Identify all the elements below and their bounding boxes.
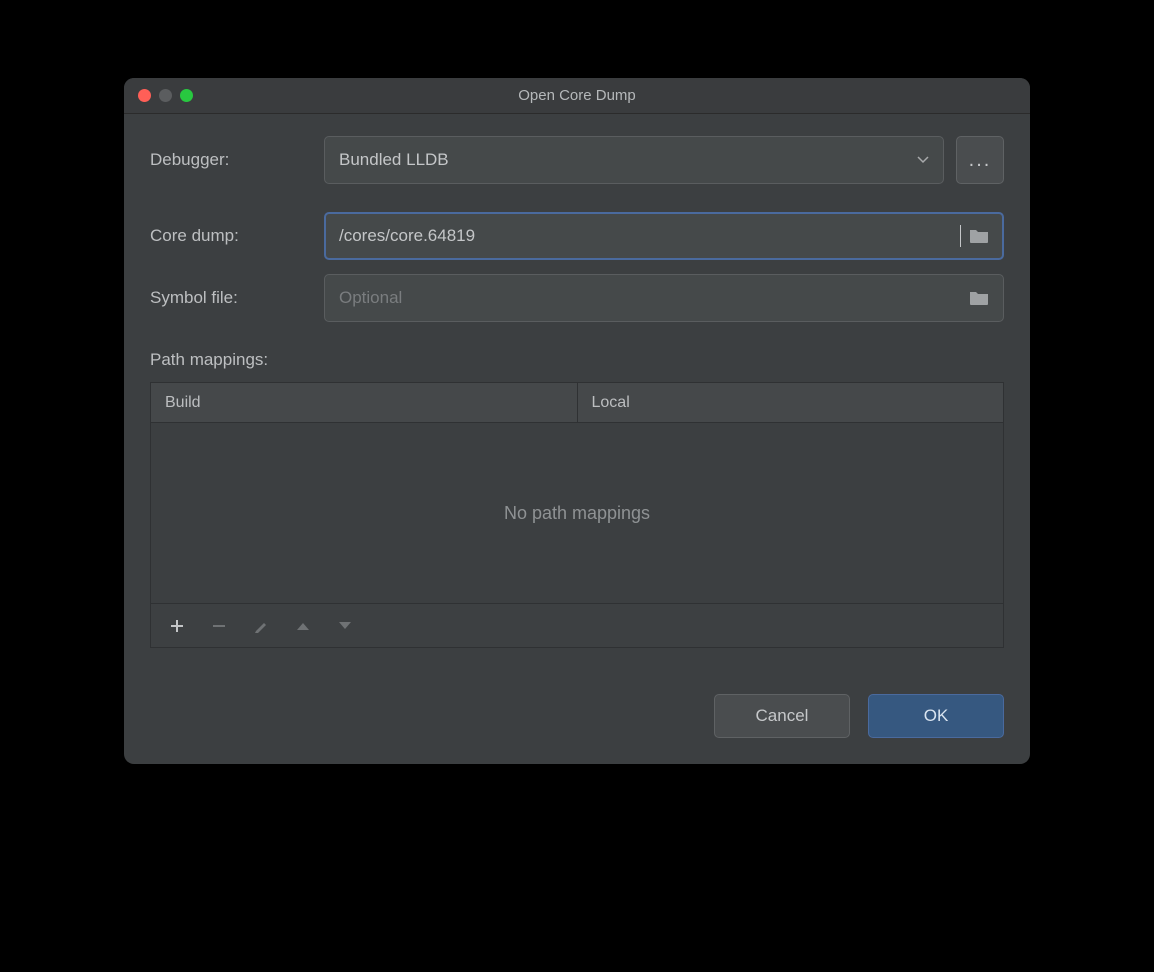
add-mapping-button[interactable]	[167, 616, 187, 636]
core-dump-label: Core dump:	[150, 226, 324, 246]
move-down-button	[335, 616, 355, 636]
symbol-file-label: Symbol file:	[150, 288, 324, 308]
dialog-content: Debugger: Bundled LLDB ... Core dump:	[124, 114, 1030, 764]
core-dump-field-wrapper	[324, 212, 1004, 260]
table-toolbar	[151, 603, 1003, 647]
browse-symbol-file-button[interactable]	[969, 290, 989, 306]
column-build[interactable]: Build	[151, 383, 578, 422]
debugger-label: Debugger:	[150, 150, 324, 170]
table-header: Build Local	[151, 383, 1003, 423]
column-local[interactable]: Local	[578, 383, 1004, 422]
path-mappings-label: Path mappings:	[150, 350, 1004, 370]
symbol-file-input[interactable]	[339, 275, 961, 321]
debugger-select[interactable]: Bundled LLDB	[324, 136, 944, 184]
edit-mapping-button	[251, 616, 271, 636]
window-controls	[124, 89, 193, 102]
dialog-footer: Cancel OK	[150, 694, 1004, 738]
path-mappings-table: Build Local No path mappings	[150, 382, 1004, 648]
empty-table-text: No path mappings	[504, 503, 650, 524]
ok-button[interactable]: OK	[868, 694, 1004, 738]
zoom-window-button[interactable]	[180, 89, 193, 102]
minimize-window-button[interactable]	[159, 89, 172, 102]
cancel-button[interactable]: Cancel	[714, 694, 850, 738]
dialog-title: Open Core Dump	[124, 87, 1030, 104]
symbol-file-field-wrapper	[324, 274, 1004, 322]
move-up-button	[293, 616, 313, 636]
open-core-dump-dialog: Open Core Dump Debugger: Bundled LLDB ..…	[124, 78, 1030, 764]
chevron-down-icon	[917, 156, 929, 164]
table-body-empty: No path mappings	[151, 423, 1003, 603]
core-dump-input[interactable]	[339, 214, 960, 258]
debugger-configure-button[interactable]: ...	[956, 136, 1004, 184]
remove-mapping-button	[209, 616, 229, 636]
titlebar: Open Core Dump	[124, 78, 1030, 114]
text-caret	[960, 225, 961, 247]
debugger-select-value: Bundled LLDB	[339, 150, 449, 170]
browse-core-dump-button[interactable]	[969, 228, 989, 244]
close-window-button[interactable]	[138, 89, 151, 102]
